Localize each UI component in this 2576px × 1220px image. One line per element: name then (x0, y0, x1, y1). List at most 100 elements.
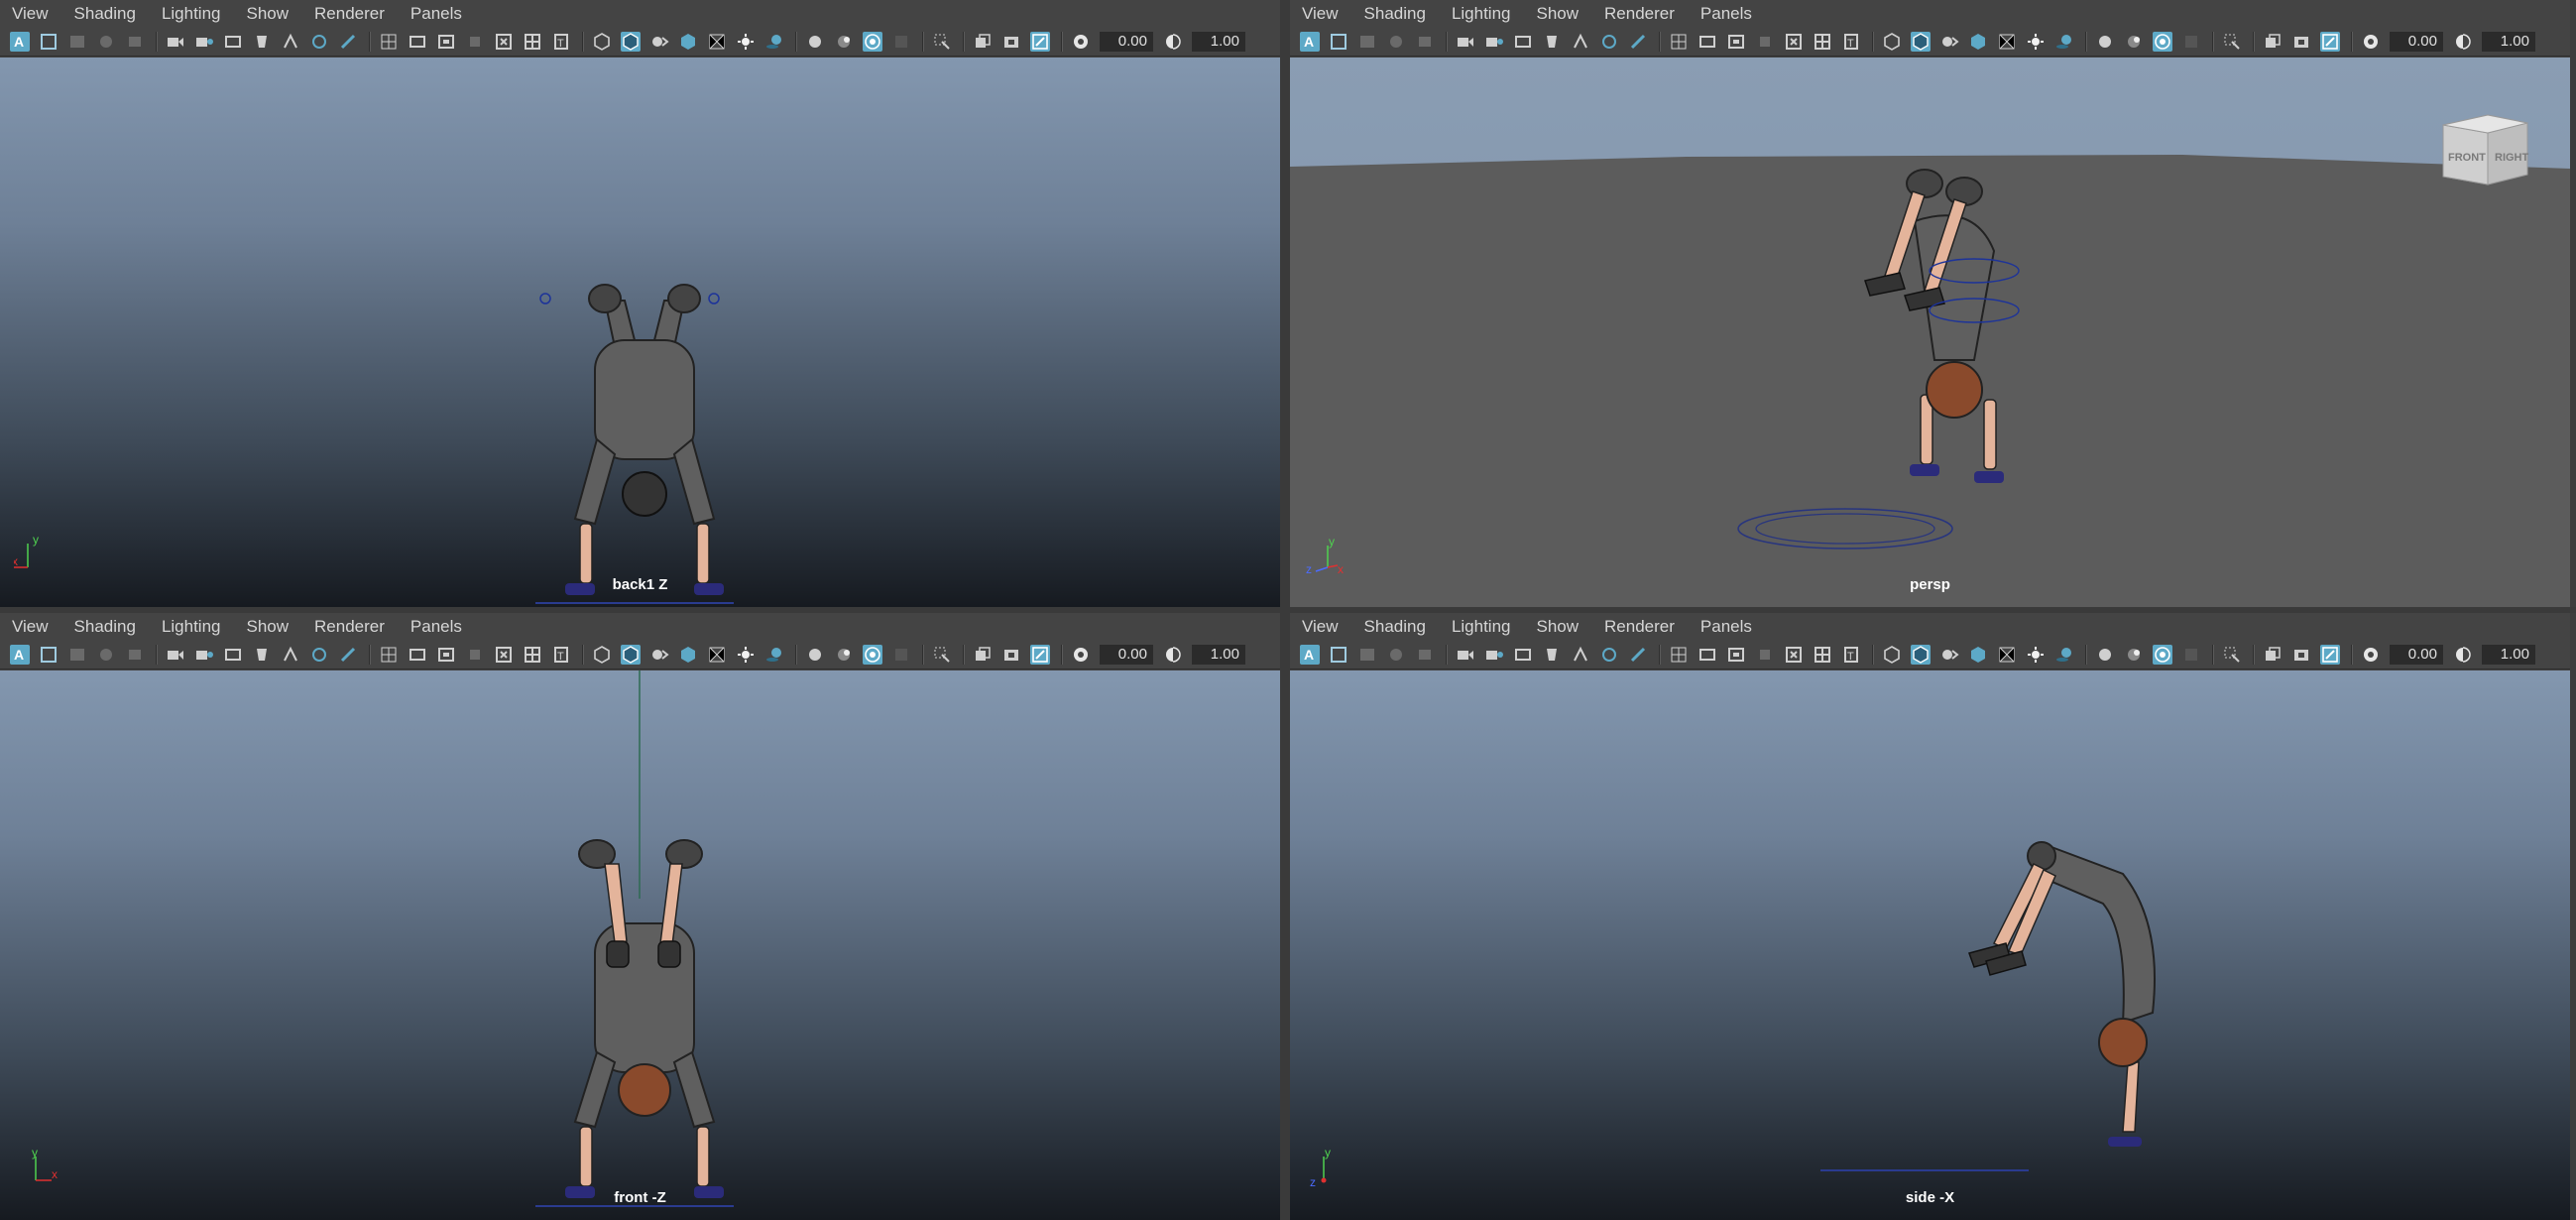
viewport-render-icon[interactable] (1030, 644, 1050, 665)
shadows-icon[interactable]: T (1841, 645, 1861, 665)
viewport-back[interactable]: y x back1 Z (0, 58, 1280, 607)
gamma-field[interactable] (1192, 644, 1245, 665)
2d-pan-zoom-icon[interactable] (125, 645, 145, 665)
gamma-icon[interactable] (2453, 32, 2473, 52)
viewport-front[interactable]: y x front -Z (0, 671, 1280, 1220)
view-cube[interactable]: FRONT RIGHT (2433, 105, 2532, 194)
render-region-icon[interactable] (2263, 645, 2283, 665)
exposure-icon[interactable] (2361, 645, 2381, 665)
gamma-icon[interactable] (2453, 645, 2473, 665)
bookmarks-icon[interactable] (1357, 32, 1377, 52)
viewport-render-icon[interactable] (2320, 644, 2340, 665)
select-camera-icon[interactable]: A (10, 644, 30, 665)
menu-renderer[interactable]: Renderer (314, 4, 385, 24)
smooth-shade-icon[interactable] (436, 32, 456, 52)
camera-shake-icon[interactable] (2181, 645, 2201, 665)
render-region-icon[interactable] (973, 32, 993, 52)
selection-highlighting-icon[interactable] (932, 645, 952, 665)
render-region-icon[interactable] (2263, 32, 2283, 52)
viewport-render-icon[interactable] (2320, 31, 2340, 52)
isolate-select-icon[interactable] (1997, 645, 2017, 665)
film-gate-icon[interactable] (1513, 645, 1533, 665)
exposure-field[interactable] (2390, 644, 2443, 665)
menu-shading[interactable]: Shading (1364, 617, 1426, 637)
grid-icon[interactable] (194, 645, 214, 665)
resolution-gate-icon[interactable] (1542, 645, 1562, 665)
menu-shading[interactable]: Shading (1364, 4, 1426, 24)
smooth-shade-icon[interactable] (1726, 645, 1746, 665)
xray-active-components-icon[interactable] (2054, 645, 2074, 665)
safe-action-icon[interactable] (338, 645, 358, 665)
grease-pencil-icon[interactable] (166, 645, 185, 665)
menu-lighting[interactable]: Lighting (162, 617, 221, 637)
menu-lighting[interactable]: Lighting (1452, 617, 1511, 637)
pane-divider-horizontal[interactable] (0, 607, 2576, 613)
viewport-side[interactable]: y z side -X (1290, 671, 2570, 1220)
screen-space-ambient-occlusion-icon[interactable] (592, 645, 612, 665)
hud-icon[interactable] (2153, 31, 2172, 52)
snapshot-icon[interactable] (2291, 32, 2311, 52)
depth-of-field-icon[interactable] (1968, 645, 1988, 665)
film-gate-icon[interactable] (223, 32, 243, 52)
menu-panels[interactable]: Panels (410, 4, 462, 24)
wireframe-on-shaded-icon[interactable] (2124, 32, 2144, 52)
selection-highlighting-icon[interactable] (932, 32, 952, 52)
default-material-icon[interactable] (465, 645, 485, 665)
wireframe-icon[interactable] (408, 32, 427, 52)
camera-shake-icon[interactable] (891, 32, 911, 52)
menu-panels[interactable]: Panels (1700, 617, 1752, 637)
motion-blur-icon[interactable] (1911, 31, 1931, 52)
wireframe-icon[interactable] (1698, 645, 1717, 665)
gamma-icon[interactable] (1163, 645, 1183, 665)
grid-icon[interactable] (1484, 32, 1504, 52)
render-region-icon[interactable] (973, 645, 993, 665)
xray-active-components-icon[interactable] (764, 645, 784, 665)
use-all-lights-icon[interactable] (523, 645, 542, 665)
camera-shake-icon[interactable] (2181, 32, 2201, 52)
smooth-shade-icon[interactable] (436, 645, 456, 665)
menu-shading[interactable]: Shading (74, 4, 136, 24)
camera-attributes-icon[interactable] (1329, 32, 1348, 52)
field-chart-icon[interactable] (309, 645, 329, 665)
wireframe-on-shaded-icon[interactable] (834, 645, 854, 665)
anti-aliasing-icon[interactable] (1939, 645, 1959, 665)
wireframe-icon[interactable] (408, 645, 427, 665)
menu-show[interactable]: Show (247, 617, 290, 637)
film-gate-icon[interactable] (1513, 32, 1533, 52)
anti-aliasing-icon[interactable] (649, 645, 669, 665)
safe-action-icon[interactable] (338, 32, 358, 52)
image-plane-icon[interactable] (1386, 32, 1406, 52)
xray-icon[interactable] (2026, 645, 2046, 665)
select-camera-icon[interactable]: A (10, 31, 30, 52)
camera-attributes-icon[interactable] (39, 645, 59, 665)
isolate-select-icon[interactable] (707, 645, 727, 665)
isolate-select-icon[interactable] (707, 32, 727, 52)
menu-view[interactable]: View (1302, 4, 1339, 24)
gate-mask-icon[interactable] (281, 645, 300, 665)
snapshot-icon[interactable] (1001, 645, 1021, 665)
menu-show[interactable]: Show (247, 4, 290, 24)
depth-of-field-icon[interactable] (678, 32, 698, 52)
xray-icon[interactable] (2026, 32, 2046, 52)
camera-attributes-icon[interactable] (39, 32, 59, 52)
grid-icon[interactable] (1484, 645, 1504, 665)
xray-joints-icon[interactable] (2095, 32, 2115, 52)
use-all-lights-icon[interactable] (523, 32, 542, 52)
resolution-gate-icon[interactable] (252, 645, 272, 665)
xray-active-components-icon[interactable] (2054, 32, 2074, 52)
field-chart-icon[interactable] (1599, 32, 1619, 52)
hud-icon[interactable] (863, 644, 882, 665)
smooth-shade-icon[interactable] (1726, 32, 1746, 52)
exposure-icon[interactable] (2361, 32, 2381, 52)
menu-renderer[interactable]: Renderer (1604, 617, 1675, 637)
motion-blur-icon[interactable] (621, 644, 641, 665)
wireframe-icon[interactable] (1698, 32, 1717, 52)
menu-view[interactable]: View (1302, 617, 1339, 637)
shadows-icon[interactable]: T (551, 645, 571, 665)
screen-space-ambient-occlusion-icon[interactable] (592, 32, 612, 52)
resolution-gate-icon[interactable] (1542, 32, 1562, 52)
textured-icon[interactable] (494, 32, 514, 52)
menu-panels[interactable]: Panels (410, 617, 462, 637)
motion-blur-icon[interactable] (621, 31, 641, 52)
menu-lighting[interactable]: Lighting (1452, 4, 1511, 24)
